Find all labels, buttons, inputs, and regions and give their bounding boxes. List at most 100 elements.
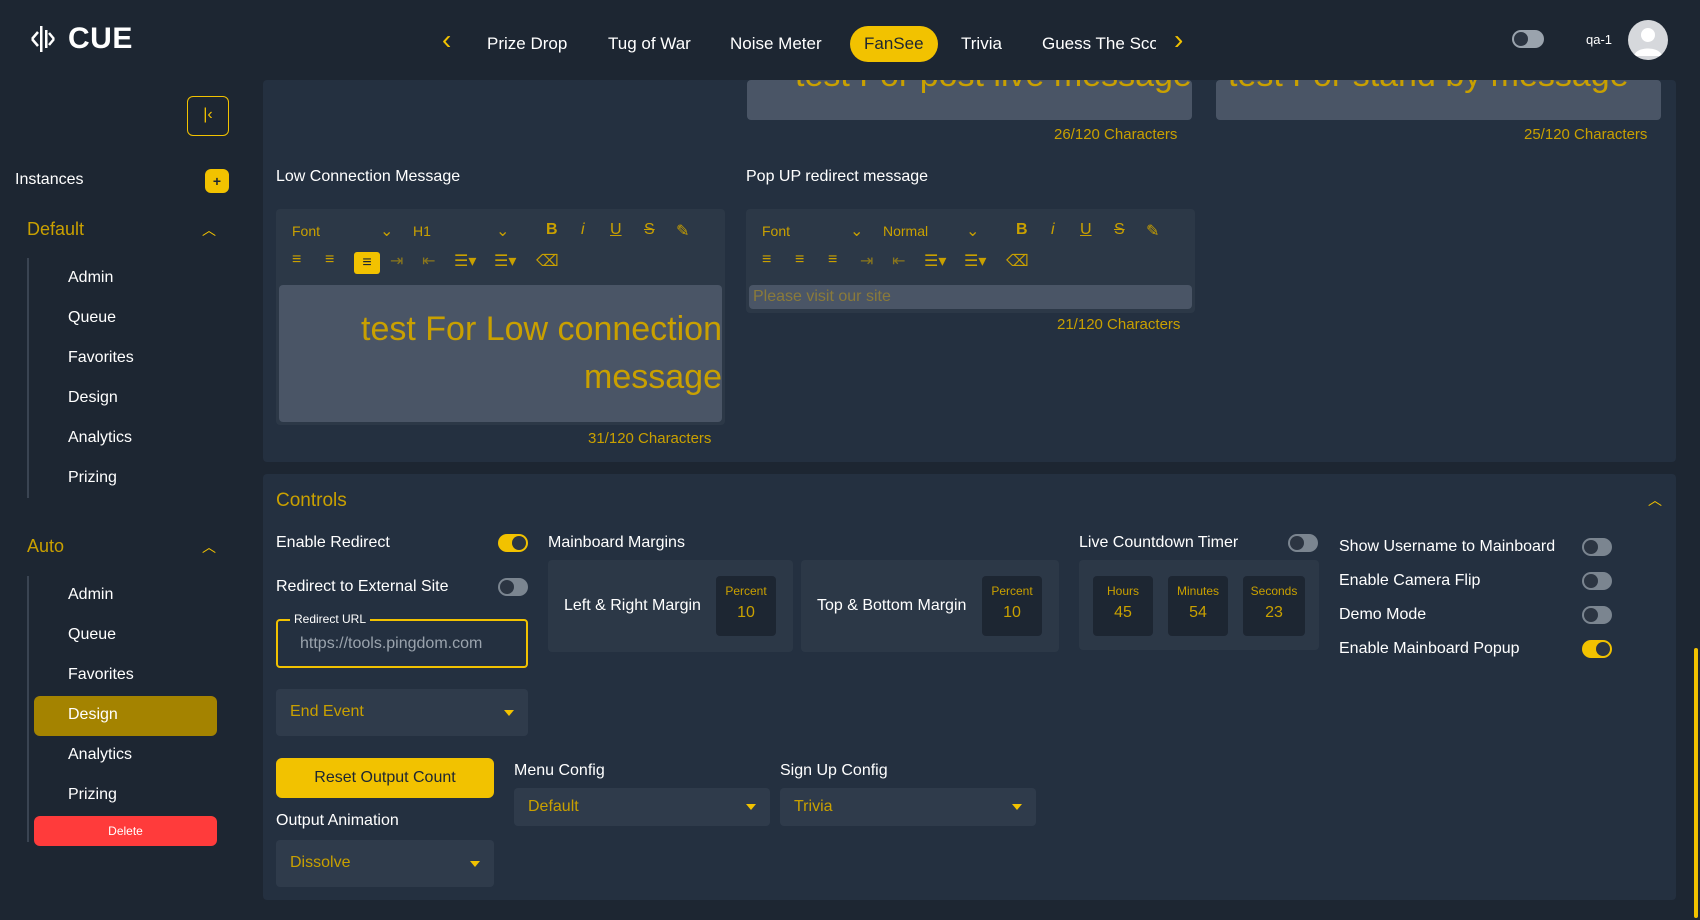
sidebar-item-queue[interactable]: Queue (68, 309, 116, 327)
enable-redirect-toggle[interactable] (498, 534, 528, 552)
left-right-margin-input[interactable]: Percent 10 (716, 576, 776, 636)
underline-icon[interactable]: U (1080, 221, 1092, 239)
bold-icon[interactable]: B (546, 221, 558, 239)
sidebar-item-prizing[interactable]: Prizing (68, 786, 117, 804)
italic-icon[interactable]: i (581, 221, 585, 239)
top-bottom-margin-label: Top & Bottom Margin (817, 597, 967, 614)
eraser-icon[interactable]: ⌫ (1006, 251, 1029, 271)
chevron-up-icon[interactable]: ︿ (1648, 490, 1662, 510)
tab-fansee[interactable]: FanSee (850, 26, 938, 62)
sidebar-item-favorites[interactable]: Favorites (68, 349, 134, 367)
seconds-value: 23 (1265, 604, 1283, 621)
left-right-margin-box: Left & Right Margin Percent 10 (548, 560, 793, 652)
chevron-up-icon[interactable]: ︿ (202, 537, 216, 557)
output-animation-select[interactable]: Dissolve (276, 840, 494, 887)
chevron-right-icon[interactable]: › (1174, 22, 1183, 58)
sidebar-item-design[interactable]: Design (68, 389, 118, 407)
align-right-icon[interactable]: ≡ (828, 251, 837, 269)
bold-icon[interactable]: B (1016, 221, 1028, 239)
post-live-editor[interactable]: test For post live message (747, 80, 1192, 120)
sidebar-item-active-bg (34, 696, 217, 736)
tab-noise-meter[interactable]: Noise Meter (730, 26, 822, 62)
low-connection-textarea[interactable]: test For Low connection message (279, 285, 722, 422)
tab-trivia[interactable]: Trivia (961, 26, 1002, 62)
popup-redirect-textarea[interactable]: Please visit our site (749, 285, 1192, 309)
percent-label: Percent (991, 584, 1033, 598)
popup-redirect-text: Please visit our site (753, 288, 891, 305)
outdent-icon[interactable]: ⇤ (892, 251, 905, 271)
page-scrollbar[interactable] (1694, 648, 1698, 918)
tab-prize-drop[interactable]: Prize Drop (487, 26, 567, 62)
outdent-icon[interactable]: ⇤ (422, 251, 435, 271)
align-left-icon[interactable]: ≡ (762, 251, 771, 269)
tree-line (27, 258, 29, 498)
sidebar-item-prizing[interactable]: Prizing (68, 469, 117, 487)
demo-mode-label: Demo Mode (1339, 606, 1427, 623)
hours-input[interactable]: Hours 45 (1093, 576, 1153, 636)
chevron-down-icon[interactable]: ⌄ (496, 221, 509, 241)
highlighter-icon[interactable]: ✎ (1146, 221, 1159, 241)
delete-button[interactable]: Delete (34, 816, 217, 846)
mainboard-popup-toggle[interactable] (1582, 640, 1612, 658)
camera-flip-toggle[interactable] (1582, 572, 1612, 590)
minutes-input[interactable]: Minutes 54 (1168, 576, 1228, 636)
redirect-url-field[interactable]: Redirect URL https://tools.pingdom.com (276, 612, 528, 668)
chevron-down-icon[interactable]: ⌄ (380, 221, 393, 241)
redirect-external-toggle[interactable] (498, 578, 528, 596)
bullet-list-icon[interactable]: ☰▾ (494, 251, 516, 271)
font-select[interactable]: Font (292, 223, 320, 239)
bullet-list-icon[interactable]: ☰▾ (964, 251, 986, 271)
redirect-external-label: Redirect to External Site (276, 578, 449, 595)
minutes-label: Minutes (1176, 584, 1220, 598)
avatar[interactable] (1628, 20, 1668, 60)
heading-select[interactable]: H1 (413, 223, 431, 239)
sidebar-item-admin[interactable]: Admin (68, 269, 113, 287)
reset-output-button[interactable]: Reset Output Count (276, 758, 494, 798)
end-event-select[interactable]: End Event (276, 689, 528, 736)
strikethrough-icon[interactable]: S (1114, 221, 1125, 239)
eraser-icon[interactable]: ⌫ (536, 251, 559, 271)
font-select[interactable]: Font (762, 223, 790, 239)
sidebar-item-queue[interactable]: Queue (68, 626, 116, 644)
align-center-icon[interactable]: ≡ (795, 251, 804, 269)
chevron-left-icon[interactable]: ‹ (442, 22, 451, 58)
indent-icon[interactable]: ⇥ (860, 251, 873, 271)
heading-select[interactable]: Normal (883, 223, 928, 239)
sidebar-item-analytics[interactable]: Analytics (68, 746, 132, 764)
chevron-down-icon[interactable]: ⌄ (850, 221, 863, 241)
tab-guess-the-score[interactable]: Guess The Sco (1042, 26, 1156, 62)
demo-mode-toggle[interactable] (1582, 606, 1612, 624)
tab-tug-of-war[interactable]: Tug of War (608, 26, 691, 62)
sidebar-item-favorites[interactable]: Favorites (68, 666, 134, 684)
strikethrough-icon[interactable]: S (644, 221, 655, 239)
sidebar-item-admin[interactable]: Admin (68, 586, 113, 604)
group-default[interactable]: Default (27, 219, 84, 240)
live-countdown-toggle[interactable] (1288, 534, 1318, 552)
app-logo[interactable]: CUE (24, 20, 133, 58)
chevron-up-icon[interactable]: ︿ (202, 220, 216, 240)
align-center-icon[interactable]: ≡ (325, 251, 334, 269)
show-username-toggle[interactable] (1582, 538, 1612, 556)
theme-toggle[interactable] (1512, 30, 1544, 48)
top-bottom-margin-input[interactable]: Percent 10 (982, 576, 1042, 636)
sidebar-item-design[interactable]: Design (68, 706, 118, 724)
controls-title: Controls (276, 490, 347, 511)
chevron-down-icon[interactable]: ⌄ (966, 221, 979, 241)
menu-config-select[interactable]: Default (514, 788, 770, 826)
group-auto[interactable]: Auto (27, 536, 64, 557)
stand-by-editor[interactable]: test For stand by message (1216, 80, 1661, 120)
align-left-icon[interactable]: ≡ (292, 251, 301, 269)
sidebar-item-analytics[interactable]: Analytics (68, 429, 132, 447)
signup-config-select[interactable]: Trivia (780, 788, 1036, 826)
add-instance-button[interactable]: + (205, 169, 229, 193)
italic-icon[interactable]: i (1051, 221, 1055, 239)
highlighter-icon[interactable]: ✎ (676, 221, 689, 241)
seconds-input[interactable]: Seconds 23 (1243, 576, 1305, 636)
ordered-list-icon[interactable]: ☰▾ (924, 251, 946, 271)
indent-icon[interactable]: ⇥ (390, 251, 403, 271)
ordered-list-icon[interactable]: ☰▾ (454, 251, 476, 271)
align-right-icon[interactable]: ≡ (354, 252, 380, 274)
collapse-sidebar-button[interactable]: |‹ (187, 96, 229, 136)
output-animation-value: Dissolve (290, 854, 351, 871)
underline-icon[interactable]: U (610, 221, 622, 239)
